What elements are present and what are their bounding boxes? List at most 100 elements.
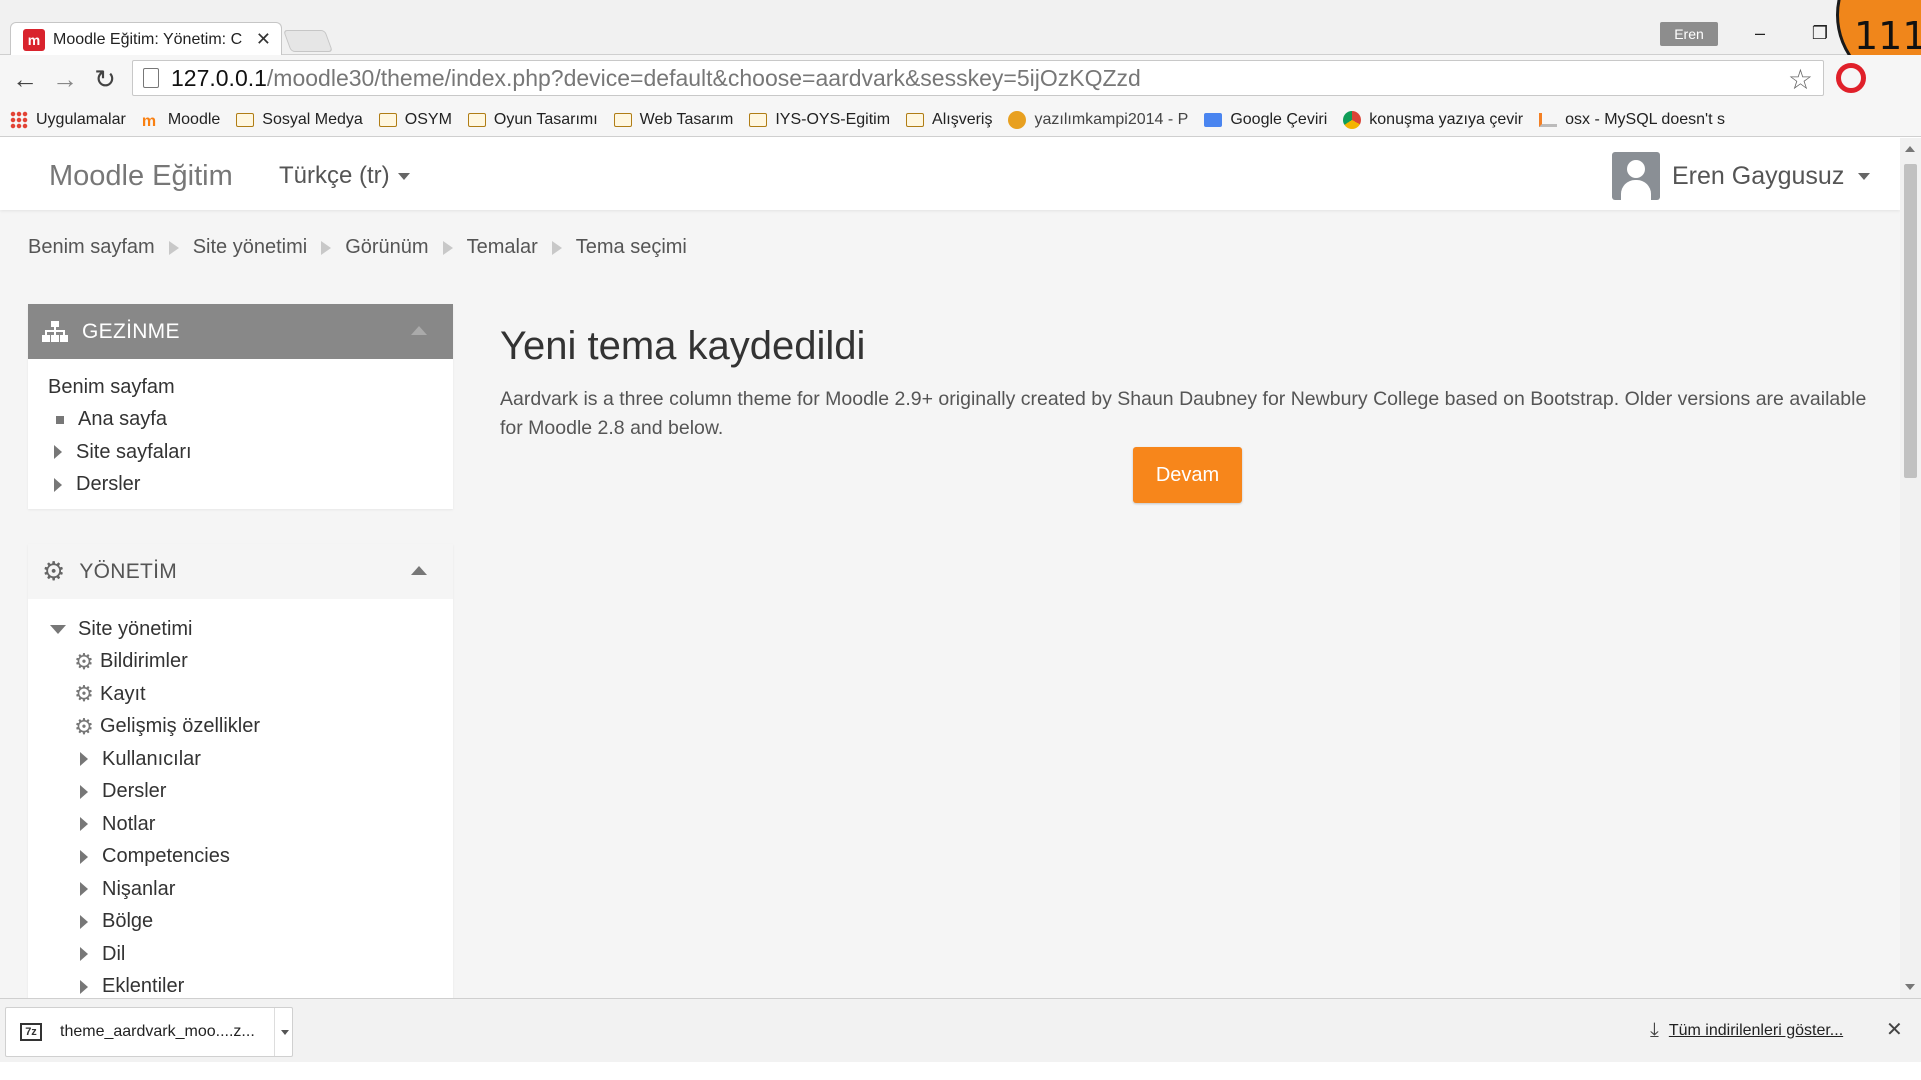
breadcrumb-item[interactable]: Benim sayfam [28,236,155,259]
bookmark-folder[interactable]: OSYM [378,110,452,129]
new-tab-button[interactable] [282,30,334,52]
expand-arrow-icon [80,849,88,864]
bookmark-folder[interactable]: Oyun Tasarımı [467,111,598,129]
continue-button[interactable]: Devam [1133,447,1242,503]
browser-tabstrip: m Moodle Eğitim: Yönetim: C ✕ Eren – ❐ 1… [0,0,1921,90]
page-viewport: Moodle Eğitim Türkçe (tr) Eren Gaygusuz … [0,138,1900,998]
main-content: Yeni tema kaydedildi Aardvark is a three… [500,324,1880,503]
admin-item-label: Nişanlar [102,877,176,900]
collapse-arrow-icon [50,624,66,634]
breadcrumb-separator-icon [168,240,179,255]
site-brand[interactable]: Moodle Eğitim [49,160,233,193]
admin-item[interactable]: ⚙ Kayıt [28,678,453,711]
folder-icon [906,112,925,127]
admin-item[interactable]: Nişanlar [28,873,453,906]
nav-item-label: Site sayfaları [76,440,192,463]
breadcrumb-separator-icon [442,240,453,255]
download-options-button[interactable] [274,1008,294,1056]
address-bar[interactable]: 127.0.0.1/moodle30/theme/index.php?devic… [132,60,1824,96]
moodle-navbar: Moodle Eğitim Türkçe (tr) Eren Gaygusuz [0,138,1900,210]
bookmark-label: konuşma yazıya çevir [1369,110,1524,128]
page-scrollbar[interactable] [1900,138,1921,998]
admin-item-label: Bildirimler [100,650,188,673]
bottom-strip [0,1062,1921,1080]
breadcrumb: Benim sayfam Site yönetimi Görünüm Temal… [28,236,687,259]
download-arrow-icon: ⤓ [1650,1019,1659,1041]
breadcrumb-item[interactable]: Site yönetimi [193,236,308,259]
profile-chip[interactable]: Eren [1660,22,1718,46]
nav-root-item[interactable]: Benim sayfam [28,371,453,404]
apps-icon [10,110,28,129]
expand-arrow-icon [80,882,88,897]
admin-item-label: Gelişmiş özellikler [100,715,261,738]
collapse-icon[interactable] [411,326,427,335]
forward-arrow-icon[interactable]: → [48,63,82,95]
bookmark-link[interactable]: yazılımkampi2014 - P [1008,110,1189,129]
bookmark-apps[interactable]: Uygulamalar [10,110,126,129]
bookmark-link[interactable]: Google Çeviri [1204,111,1327,129]
admin-item[interactable]: ⚙ Bildirimler [28,646,453,679]
language-menu[interactable]: Türkçe (tr) [279,162,410,190]
opera-extension-icon[interactable] [1836,63,1866,93]
back-arrow-icon[interactable]: ← [8,63,42,95]
bookmark-folder[interactable]: Alışveriş [906,111,992,129]
breadcrumb-item[interactable]: Görünüm [345,236,428,259]
scroll-down-icon[interactable] [1905,984,1915,990]
tiger-icon [1008,110,1027,129]
bookmark-star-icon[interactable]: ☆ [1788,63,1813,96]
admin-item-label: Dersler [102,780,167,803]
moodle-icon: m [141,112,157,130]
bookmark-label: osx - MySQL doesn't s [1565,110,1725,128]
nav-item[interactable]: Ana sayfa [28,404,453,437]
admin-item[interactable]: Dil [28,938,453,971]
browser-tab[interactable]: m Moodle Eğitim: Yönetim: C ✕ [10,22,282,56]
bookmark-folder[interactable]: Sosyal Medya [236,111,363,129]
download-item[interactable]: 7z theme_aardvark_moo....z... [5,1007,293,1057]
close-shelf-icon[interactable]: ✕ [1886,1017,1903,1042]
user-name: Eren Gaygusuz [1672,161,1845,190]
gear-icon: ⚙ [74,648,94,674]
gear-icon: ⚙ [74,713,94,739]
close-tab-icon[interactable]: ✕ [256,29,271,50]
bookmark-folder[interactable]: Web Tasarım [613,111,733,129]
language-label: Türkçe (tr) [279,162,390,189]
admin-item[interactable]: Kullanıcılar [28,743,453,776]
bookmark-moodle[interactable]: m Moodle [141,110,221,130]
user-menu[interactable]: Eren Gaygusuz [1612,152,1871,200]
bookmark-label: Moodle [167,110,221,128]
administration-block: ⚙ YÖNETİM Site yönetimi ⚙ Bildirimler ⚙ Ka… [28,544,453,998]
admin-item-label: Kayıt [100,682,146,705]
minimize-window-icon[interactable]: – [1737,18,1783,48]
admin-item[interactable]: Bölge [28,906,453,939]
show-all-downloads-link[interactable]: ⤓ Tüm indirilenleri göster... [1650,1019,1843,1042]
scroll-up-icon[interactable] [1905,146,1915,152]
admin-item[interactable]: Eklentiler [28,971,453,999]
bookmark-label: Google Çeviri [1230,110,1328,128]
scroll-thumb[interactable] [1904,164,1917,478]
admin-item[interactable]: Competencies [28,841,453,874]
download-shelf: 7z theme_aardvark_moo....z... ⤓ Tüm indi… [0,998,1921,1062]
admin-root-item[interactable]: Site yönetimi [28,613,453,646]
breadcrumb-item[interactable]: Temalar [467,236,538,259]
chrome-icon [1343,110,1362,129]
breadcrumb-separator-icon [321,240,332,255]
caret-down-icon [1858,172,1871,180]
navigation-block-header[interactable]: GEZİNME [28,304,453,359]
bookmark-label: IYS-OYS-Egitim [775,110,891,128]
admin-item[interactable]: Notlar [28,808,453,841]
bookmark-link[interactable]: osx - MySQL doesn't s [1539,111,1725,129]
admin-item[interactable]: ⚙ Gelişmiş özellikler [28,711,453,744]
nav-item[interactable]: Site sayfaları [28,436,453,469]
bookmark-label: yazılımkampi2014 - P [1034,110,1189,128]
administration-block-header[interactable]: ⚙ YÖNETİM [28,544,453,599]
collapse-icon[interactable] [411,566,427,575]
bookmark-label: OSYM [404,110,452,128]
breadcrumb-item: Tema seçimi [575,236,687,258]
admin-item[interactable]: Dersler [28,776,453,809]
nav-item[interactable]: Dersler [28,469,453,502]
admin-item-label: Eklentiler [102,975,185,998]
translate-icon [1204,112,1223,127]
reload-icon[interactable]: ↻ [88,63,122,95]
bookmark-folder[interactable]: IYS-OYS-Egitim [749,111,890,129]
bookmark-link[interactable]: konuşma yazıya çevir [1343,110,1524,129]
